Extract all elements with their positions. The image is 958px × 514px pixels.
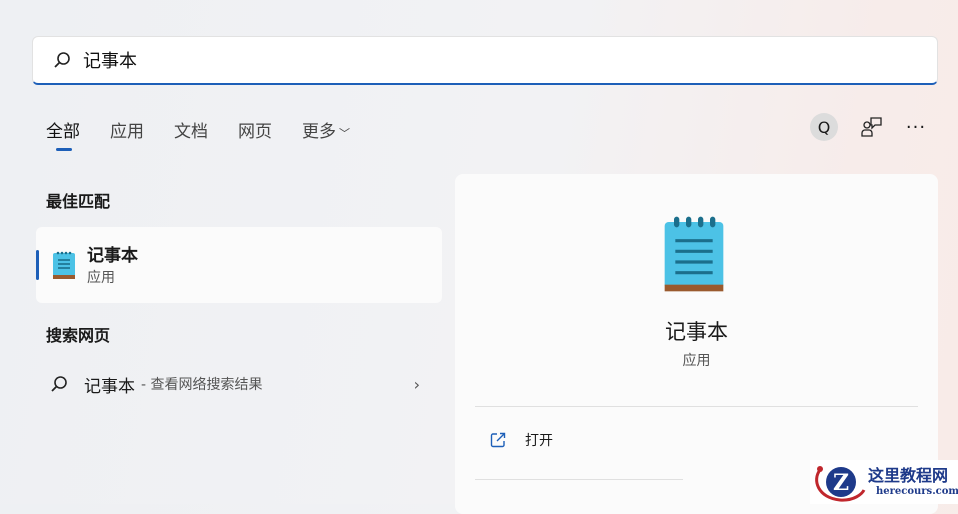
notepad-icon: [53, 251, 75, 279]
preview-subtitle: 应用: [682, 353, 711, 369]
best-match-heading: 最佳匹配: [46, 192, 111, 211]
open-action-label: 打开: [525, 433, 553, 449]
more-options-button[interactable]: ···: [905, 113, 927, 141]
best-match-title: 记事本: [87, 246, 138, 266]
tab-web[interactable]: 网页: [238, 117, 272, 142]
tab-apps[interactable]: 应用: [110, 117, 144, 142]
search-box[interactable]: [32, 36, 938, 85]
feedback-button[interactable]: [860, 113, 884, 141]
selection-indicator: [36, 250, 39, 280]
best-match-subtitle: 应用: [87, 270, 115, 286]
watermark-logo: Z: [815, 466, 866, 502]
watermark: Z 这里教程网 herecours.com: [810, 460, 958, 504]
preview-title: 记事本: [665, 320, 728, 344]
divider: [475, 479, 683, 480]
divider: [475, 406, 918, 407]
notepad-large-icon: [664, 216, 724, 292]
person-chat-icon: [861, 117, 882, 137]
open-external-icon: [490, 432, 506, 448]
tab-more[interactable]: 更多 ﹀: [302, 117, 350, 142]
tab-documents[interactable]: 文档: [174, 117, 208, 142]
web-search-query: 记事本: [84, 376, 135, 397]
best-match-item[interactable]: 记事本 应用: [36, 227, 442, 303]
watermark-title: 这里教程网: [868, 466, 949, 485]
chevron-down-icon: ﹀: [339, 127, 350, 140]
account-avatar-button[interactable]: Q: [810, 113, 838, 141]
watermark-url: herecours.com: [876, 486, 958, 497]
search-icon: [54, 52, 70, 68]
open-action[interactable]: 打开: [489, 430, 553, 450]
chevron-right-icon: ›: [413, 374, 420, 394]
web-search-description: - 查看网络搜索结果: [141, 377, 263, 393]
svg-text:Z: Z: [833, 470, 849, 496]
search-input[interactable]: [83, 49, 783, 71]
filter-tabs: 全部 应用 文档 网页 更多 ﹀: [46, 117, 380, 151]
search-icon: [51, 376, 67, 392]
web-search-heading: 搜索网页: [46, 326, 111, 345]
tab-more-label: 更多: [302, 122, 336, 142]
tab-all[interactable]: 全部: [46, 117, 80, 151]
web-search-item[interactable]: 记事本 - 查看网络搜索结果 ›: [50, 370, 430, 398]
